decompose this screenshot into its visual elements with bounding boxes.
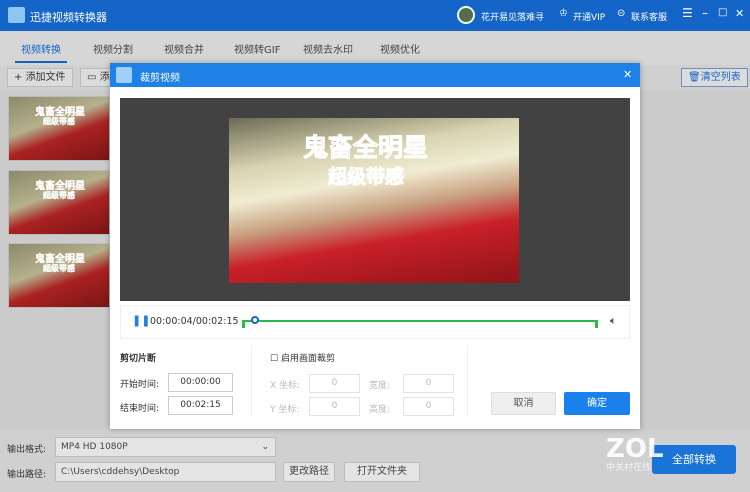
minimize-icon[interactable]: –	[702, 6, 708, 20]
x-input[interactable]: 0	[309, 374, 360, 393]
end-time-label: 结束时间:	[120, 404, 160, 414]
thumb-subtitle: 超级带感	[43, 117, 75, 126]
video-thumbnail[interactable]: 鬼畜全明星 超级带感	[8, 170, 110, 235]
tab-optimize[interactable]: 视频优化	[380, 41, 420, 56]
tab-split[interactable]: 视频分割	[93, 41, 133, 56]
path-label: 输出路径:	[7, 470, 47, 480]
app-title: 迅捷视频转换器	[30, 11, 107, 24]
trim-start-handle[interactable]	[242, 320, 245, 328]
zol-watermark-sub: 中关村在线	[606, 463, 652, 473]
dialog-logo-icon	[116, 67, 132, 83]
playhead-handle[interactable]	[250, 316, 259, 324]
crown-icon: ♔	[559, 8, 568, 19]
output-settings: 输出格式: MP4 HD 1080P ⌄ 输出路径: C:\Users\cddeh…	[0, 430, 750, 492]
tab-gif[interactable]: 视频转GIF	[234, 41, 280, 56]
trim-end-handle[interactable]	[595, 320, 598, 328]
volume-icon[interactable]: 🔈︎	[610, 314, 617, 328]
close-icon[interactable]: ✕	[735, 7, 744, 20]
tab-bar: 视频转换 视频分割 视频合并 视频转GIF 视频去水印 视频优化	[0, 31, 750, 65]
add-file-button[interactable]: + 添加文件	[7, 68, 73, 87]
open-folder-button[interactable]: 打开文件夹	[344, 462, 420, 482]
end-time-input[interactable]: 00:02:15	[168, 396, 233, 415]
start-time-label: 开始时间:	[120, 380, 160, 390]
video-subtitle-overlay: 超级带感	[328, 166, 405, 189]
time-display: 00:00:04/00:02:15	[150, 316, 239, 327]
app-logo-icon	[8, 7, 25, 23]
convert-all-button[interactable]: 全部转换	[652, 445, 736, 474]
y-label: Y 坐标:	[270, 405, 300, 415]
playback-controls: ❚❚ 00:00:04/00:02:15 🔈︎	[120, 305, 630, 339]
crop-video-dialog: 裁剪视频 ✕ 鬼畜全明星 超级带感 ❚❚ 00:00:04/00:02:15 🔈…	[110, 63, 640, 429]
confirm-label: 确定	[587, 398, 607, 409]
height-label: 高度:	[369, 405, 391, 415]
video-frame: 鬼畜全明星 超级带感	[229, 118, 519, 283]
video-thumbnail[interactable]: 鬼畜全明星 超级带感	[8, 96, 110, 161]
video-thumbnail[interactable]: 鬼畜全明星 超级带感	[8, 243, 110, 308]
cancel-label: 取消	[513, 398, 534, 409]
chevron-down-icon: ⌄	[261, 442, 269, 452]
video-title-overlay: 鬼畜全明星	[302, 133, 429, 163]
trim-section-title: 剪切片断	[120, 354, 157, 364]
y-input[interactable]: 0	[309, 397, 360, 416]
maximize-icon[interactable]: □	[718, 7, 727, 18]
tab-merge[interactable]: 视频合并	[164, 41, 204, 56]
add-folder-label: 添	[99, 72, 110, 83]
path-input[interactable]: C:\Users\cddehsy\Desktop	[55, 462, 276, 482]
x-label: X 坐标:	[270, 381, 301, 391]
pause-icon[interactable]: ❚❚	[132, 314, 150, 327]
dialog-header: 裁剪视频 ✕	[110, 63, 640, 87]
active-tab-indicator	[15, 61, 67, 63]
dialog-title: 裁剪视频	[140, 73, 180, 84]
tab-watermark[interactable]: 视频去水印	[303, 41, 353, 56]
tab-convert[interactable]: 视频转换	[21, 41, 61, 56]
crop-checkbox[interactable]: ☐ 启用画面裁剪	[270, 351, 335, 364]
trim-slider[interactable]	[244, 320, 597, 322]
start-time-input[interactable]: 00:00:00	[168, 373, 233, 392]
format-value: MP4 HD 1080P	[61, 442, 128, 452]
thumb-subtitle: 超级带感	[43, 264, 75, 273]
dialog-close-icon[interactable]: ✕	[623, 68, 632, 81]
height-input[interactable]: 0	[403, 397, 454, 416]
width-label: 宽度:	[369, 381, 391, 391]
thumb-subtitle: 超级带感	[43, 191, 75, 200]
add-file-label: 添加文件	[25, 72, 66, 83]
clear-list-button[interactable]: 🗑清空列表	[681, 68, 748, 87]
width-input[interactable]: 0	[403, 374, 454, 393]
avatar[interactable]	[457, 6, 475, 24]
clear-list-label: 清空列表	[700, 72, 741, 83]
convert-all-label: 全部转换	[672, 453, 716, 466]
confirm-button[interactable]: 确定	[564, 392, 630, 415]
username[interactable]: 花开易见落难寻	[481, 10, 544, 23]
format-label: 输出格式:	[7, 445, 47, 455]
vip-link[interactable]: 开通VIP	[573, 10, 605, 23]
chat-icon: ⊝	[617, 8, 626, 19]
video-preview[interactable]: 鬼畜全明星 超级带感	[120, 98, 630, 301]
divider	[251, 346, 252, 416]
menu-icon[interactable]: ☰	[682, 6, 693, 20]
cancel-button[interactable]: 取消	[491, 392, 556, 415]
format-select[interactable]: MP4 HD 1080P ⌄	[55, 437, 276, 457]
title-bar: 迅捷视频转换器 花开易见落难寻 ♔ 开通VIP ⊝ 联系客服 ☰ – □ ✕	[0, 0, 750, 31]
change-path-button[interactable]: 更改路径	[283, 462, 335, 482]
crop-checkbox-label: 启用画面裁剪	[280, 354, 335, 364]
service-link[interactable]: 联系客服	[631, 10, 667, 23]
divider	[467, 346, 468, 416]
